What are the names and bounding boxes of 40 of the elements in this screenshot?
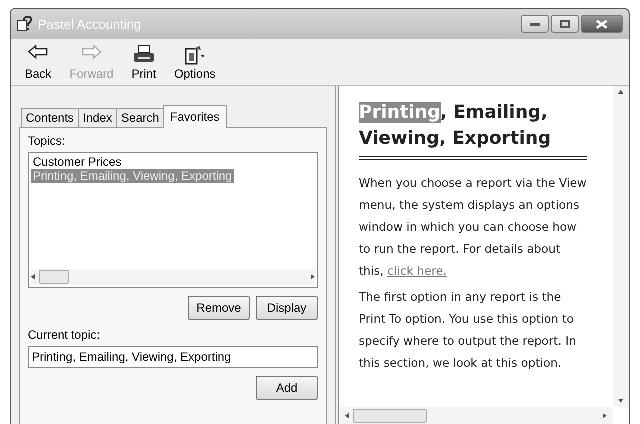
scroll-thumb[interactable] <box>39 270 69 284</box>
article-paragraph: When you choose a report via the View menu, the system displays an options window in which you can choose how to run the report. For details about this, click here. <box>359 175 587 280</box>
scroll-right-icon[interactable] <box>311 274 315 280</box>
toolbar-button[interactable]: Print <box>132 43 156 83</box>
close-icon <box>596 20 608 28</box>
tab[interactable]: Contents <box>21 108 80 127</box>
maximize-icon <box>560 20 570 28</box>
scroll-up-icon[interactable] <box>618 90 624 94</box>
tab[interactable]: Favorites <box>163 105 227 128</box>
scroll-down-icon[interactable] <box>618 399 624 403</box>
topics-label: Topics: <box>28 134 66 148</box>
article-paragraph: The first option in any report is the Print To option. You use this option to specify where to output the report. In this section, we look at this option. <box>359 289 578 372</box>
toolbar-button[interactable]: Options <box>174 43 216 83</box>
toolbar-button[interactable]: Back <box>25 43 52 83</box>
click-here-link[interactable]: click here. <box>388 264 447 278</box>
close-button[interactable] <box>581 15 623 33</box>
scroll-left-icon[interactable] <box>31 274 35 280</box>
list-item[interactable]: Customer Prices <box>31 155 124 169</box>
horizontal-scrollbar[interactable] <box>339 407 613 424</box>
tab[interactable]: Search <box>116 108 164 127</box>
article-heading: Printing, Emailing, Viewing, Exporting <box>359 100 587 160</box>
add-button[interactable]: Add <box>256 376 318 400</box>
list-action-button[interactable]: Display <box>256 296 318 320</box>
minimize-button[interactable] <box>521 15 549 33</box>
scroll-left-icon[interactable] <box>345 413 349 419</box>
vertical-scrollbar[interactable] <box>613 86 629 407</box>
maximize-button[interactable] <box>551 15 579 33</box>
back-arrow-icon <box>28 45 48 59</box>
horizontal-scrollbar[interactable] <box>31 269 315 285</box>
scroll-right-icon[interactable] <box>603 413 607 419</box>
options-icon <box>184 45 206 65</box>
current-topic-label: Current topic: <box>28 328 102 342</box>
list-action-button[interactable]: Remove <box>188 296 250 320</box>
tab[interactable]: Index <box>78 108 118 127</box>
forward-arrow-icon <box>82 45 102 59</box>
help-icon <box>17 16 33 32</box>
printer-icon <box>133 45 156 65</box>
scroll-thumb[interactable] <box>353 409 427 423</box>
current-topic-field[interactable]: Printing, Emailing, Viewing, Exporting <box>28 346 318 368</box>
minimize-icon <box>530 22 540 26</box>
